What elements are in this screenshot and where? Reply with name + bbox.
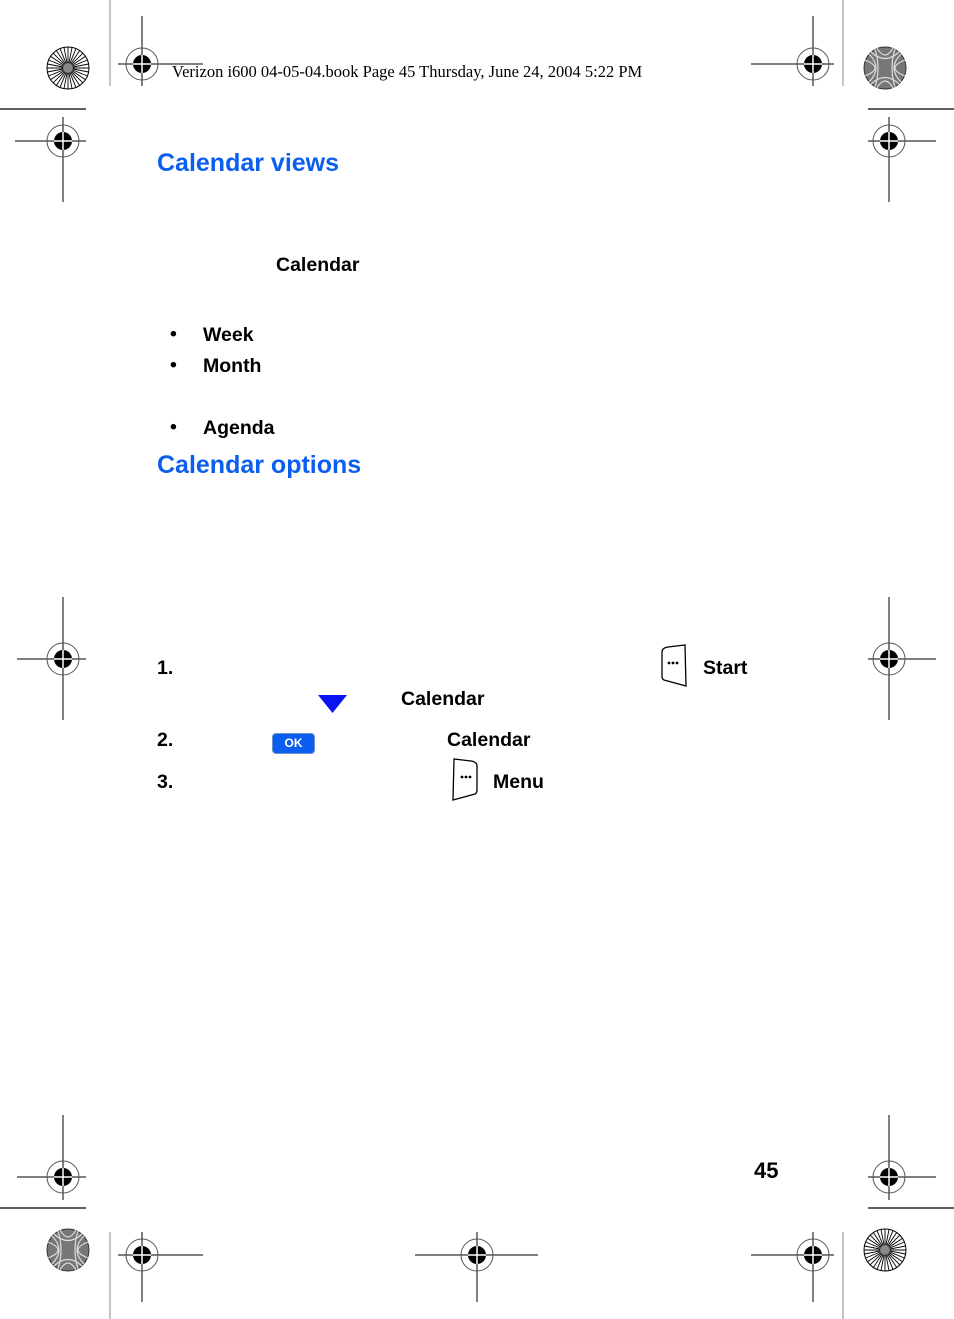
section-title-calendar-views: Calendar views bbox=[157, 149, 340, 177]
section-title-calendar-options: Calendar options bbox=[157, 451, 362, 479]
start-label: Start bbox=[703, 657, 748, 679]
right-softkey-icon bbox=[452, 758, 478, 801]
menu-label: Menu bbox=[493, 771, 544, 793]
step-number: 2. bbox=[157, 729, 174, 751]
bullet: • bbox=[170, 416, 177, 438]
bullet: • bbox=[170, 354, 177, 376]
view-month-label: Month bbox=[203, 355, 262, 377]
calendar-target-label: Calendar bbox=[447, 729, 531, 751]
page-number: 45 bbox=[754, 1158, 779, 1183]
print-slug-header: Verizon i600 04-05-04.book Page 45 Thurs… bbox=[172, 62, 643, 81]
view-week-label: Week bbox=[203, 324, 254, 346]
calendar-app-label: Calendar bbox=[276, 254, 360, 276]
printer-marks bbox=[0, 0, 954, 1319]
down-arrow-icon bbox=[318, 695, 347, 713]
step-number: 3. bbox=[157, 771, 174, 793]
left-softkey-icon bbox=[661, 644, 687, 687]
ok-button-icon: OK bbox=[272, 733, 315, 754]
calendar-target-label: Calendar bbox=[401, 688, 485, 710]
bullet: • bbox=[170, 323, 177, 345]
step-number: 1. bbox=[157, 657, 174, 679]
view-agenda-label: Agenda bbox=[203, 417, 275, 439]
